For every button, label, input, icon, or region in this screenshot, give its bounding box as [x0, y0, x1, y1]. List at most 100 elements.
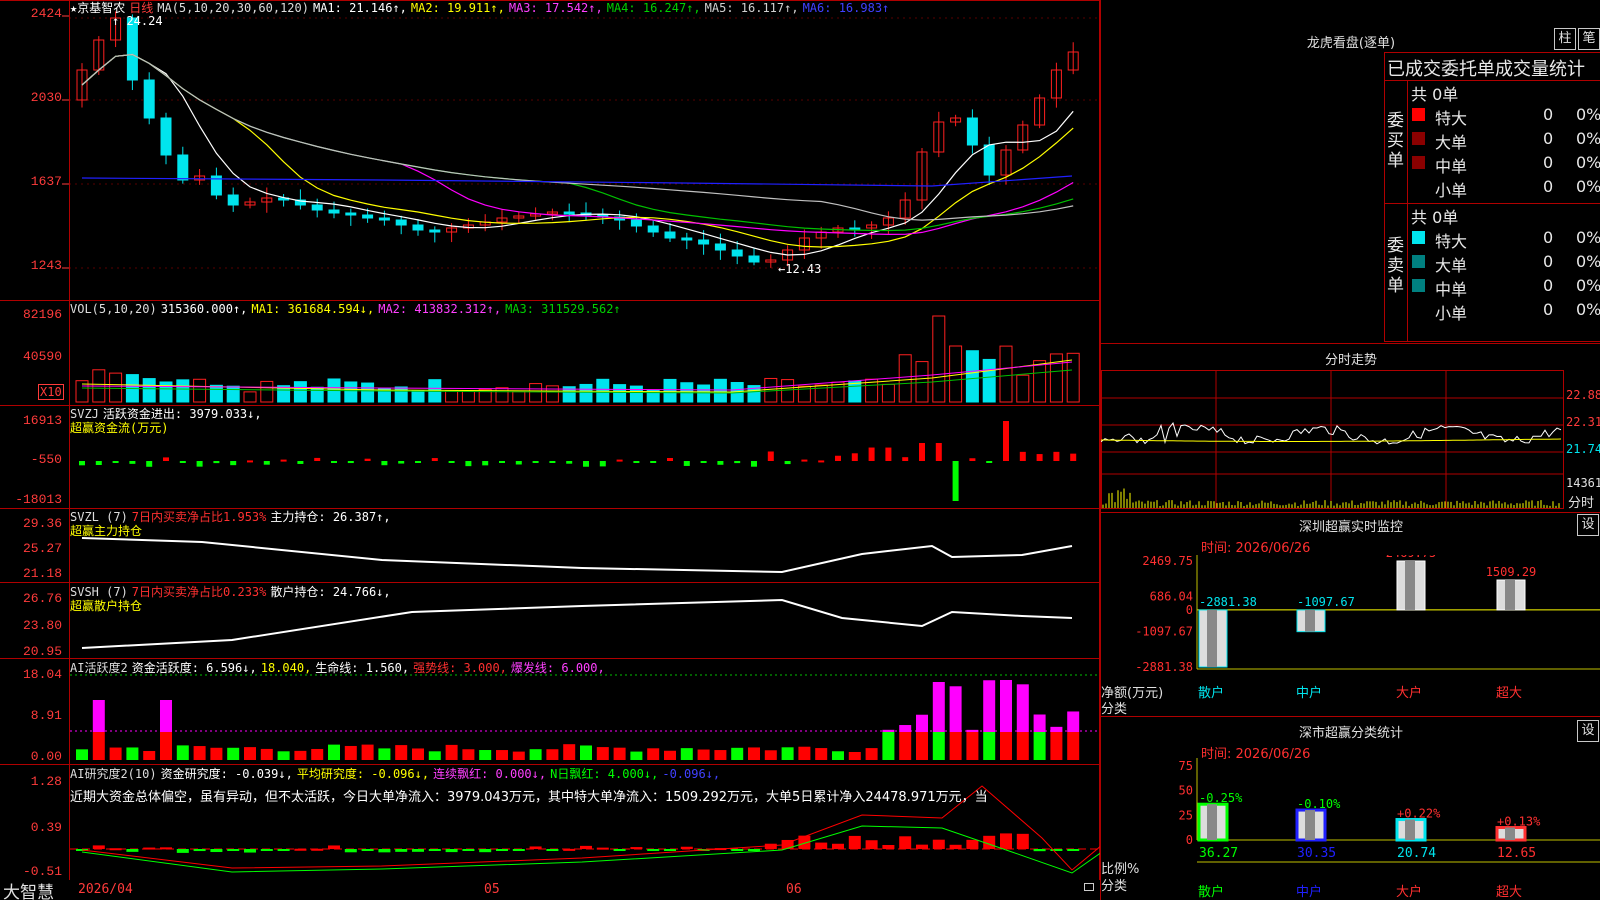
moneyflow-bar	[163, 457, 169, 461]
candle-body	[429, 229, 441, 233]
activity-bar	[1016, 732, 1029, 760]
high-marker: ↑ 24.24	[112, 14, 163, 28]
activity-bar	[462, 749, 475, 760]
svzj-value: 活跃资金进出: 3979.033↓,	[102, 407, 262, 421]
activity-burst-bar	[1000, 680, 1012, 732]
moneyflow-bar	[482, 461, 489, 466]
activity-bar	[580, 745, 592, 760]
buy-total: 共 0单	[1411, 85, 1459, 104]
volume-bar	[915, 361, 929, 403]
list-mode-button[interactable]: 笔	[1578, 28, 1600, 50]
vol-header: VOL(5,10,20) 315360.000↑, MA1: 361684.594↓…	[70, 301, 625, 317]
sz-class-y-tick: 25	[1179, 808, 1193, 822]
x-label: 06	[786, 882, 802, 897]
ai-active-label[interactable]: AI活跃度2	[70, 661, 128, 675]
activity-bar	[680, 748, 693, 760]
activity-burst-bar	[1067, 711, 1080, 732]
svsh-y-tick: 23.80	[22, 618, 62, 633]
sz-class-value-label: 20.74	[1397, 846, 1436, 861]
sz-monitor-value-label: 2469.75	[1386, 555, 1437, 560]
moneyflow-bar	[280, 459, 287, 462]
legend-swatch	[1412, 180, 1425, 193]
moneyflow-bar	[667, 457, 673, 461]
activity-bar	[412, 748, 424, 760]
volume-bar	[243, 391, 257, 403]
sz-class-y-tick: 75	[1179, 759, 1193, 773]
moneyflow-bar	[650, 461, 657, 463]
activity-bar	[277, 751, 290, 760]
moneyflow-bar	[364, 458, 371, 461]
intraday-y-label: 22.88	[1566, 388, 1600, 402]
stock-title[interactable]: ★京基智农	[70, 1, 125, 15]
research-bar	[92, 845, 105, 849]
moneyflow-bar	[1003, 421, 1009, 461]
candle-body	[143, 79, 155, 119]
order-count: 0	[1543, 228, 1554, 247]
ai-avg-research: 平均研究度: -0.096↓,	[296, 767, 430, 781]
intraday-chart[interactable]	[1101, 370, 1600, 510]
volume-bar	[512, 391, 526, 403]
main-chart-header: ★京基智农 日线 MA(5,10,20,30,60,120) MA1: 21.146↑…	[70, 0, 893, 16]
main-y-tick: 1637	[30, 174, 62, 189]
svzj-y-tick: 16913	[22, 413, 62, 428]
research-bar	[613, 849, 626, 851]
activity-bar	[613, 747, 626, 760]
sz-monitor-settings-button[interactable]: 设	[1577, 514, 1599, 536]
research-bar	[1033, 849, 1046, 852]
chart-area[interactable]: ★京基智农 日线 MA(5,10,20,30,60,120) MA1: 21.146↑…	[0, 0, 1100, 900]
bar-mode-button[interactable]: 柱	[1554, 28, 1576, 50]
research-bar	[311, 848, 324, 851]
research-bar	[680, 846, 693, 849]
svsh-label[interactable]: SVSH (7)	[70, 585, 128, 599]
moneyflow-layer	[79, 421, 1077, 501]
ai-research-label[interactable]: AI研究度2(10)	[70, 767, 157, 781]
sz-class-settings-button[interactable]: 设	[1577, 720, 1599, 742]
research-bar	[865, 840, 878, 849]
sz-monitor-y-tick: -2881.38	[1135, 660, 1193, 674]
moneyflow-bar	[549, 461, 556, 463]
moneyflow-bar	[868, 447, 875, 461]
vol-label[interactable]: VOL(5,10,20)	[70, 302, 157, 316]
svzl-y-tick: 25.27	[22, 541, 62, 556]
moneyflow-bar	[263, 461, 270, 465]
activity-bar	[596, 747, 609, 760]
research-bar	[815, 842, 828, 849]
sz-monitor-y-tick: 686.04	[1150, 589, 1193, 603]
svzl-label[interactable]: SVZL (7)	[70, 510, 128, 524]
ai-n-day-red: N日飘红: 4.000↓,	[550, 767, 659, 781]
order-size-label: 特大	[1435, 109, 1468, 128]
moneyflow-bar	[935, 443, 942, 461]
ma2-value: MA2: 19.911↑,	[410, 1, 505, 15]
order-count: 0	[1543, 252, 1554, 271]
research-bar	[227, 849, 240, 851]
volume-bar	[579, 383, 593, 403]
low-marker: ←12.43	[778, 262, 822, 276]
moneyflow-bar	[415, 461, 421, 463]
low-marker-value: 12.43	[785, 262, 822, 276]
ai-research-y-tick: 0.39	[30, 820, 62, 835]
activity-bar	[143, 751, 156, 760]
volume-bar	[193, 378, 207, 403]
order-pct: 0%	[1576, 153, 1600, 172]
period-label[interactable]: 日线	[129, 1, 153, 15]
activity-bar	[176, 745, 189, 760]
candle-body	[966, 117, 978, 146]
sz-class-y-tick: 50	[1179, 784, 1193, 798]
activity-bar	[916, 732, 928, 760]
order-count: 0	[1543, 276, 1554, 295]
moneyflow-bar	[583, 461, 589, 467]
activity-bar	[630, 751, 643, 760]
activity-bar	[311, 748, 324, 760]
lock-icon[interactable]	[1084, 883, 1094, 891]
sz-class-category: 大户	[1396, 884, 1422, 900]
ma-lines-layer	[81, 53, 1074, 256]
research-bar	[546, 849, 559, 851]
candle-body	[362, 214, 374, 219]
order-pct: 0%	[1576, 105, 1600, 124]
svzj-label[interactable]: SVZJ	[70, 407, 99, 421]
research-bar	[344, 849, 357, 853]
legend-swatch	[1412, 132, 1425, 145]
activity-bar	[714, 750, 727, 760]
svzj-y-tick: -550	[30, 452, 62, 467]
sz-class-bar	[1197, 802, 1229, 842]
